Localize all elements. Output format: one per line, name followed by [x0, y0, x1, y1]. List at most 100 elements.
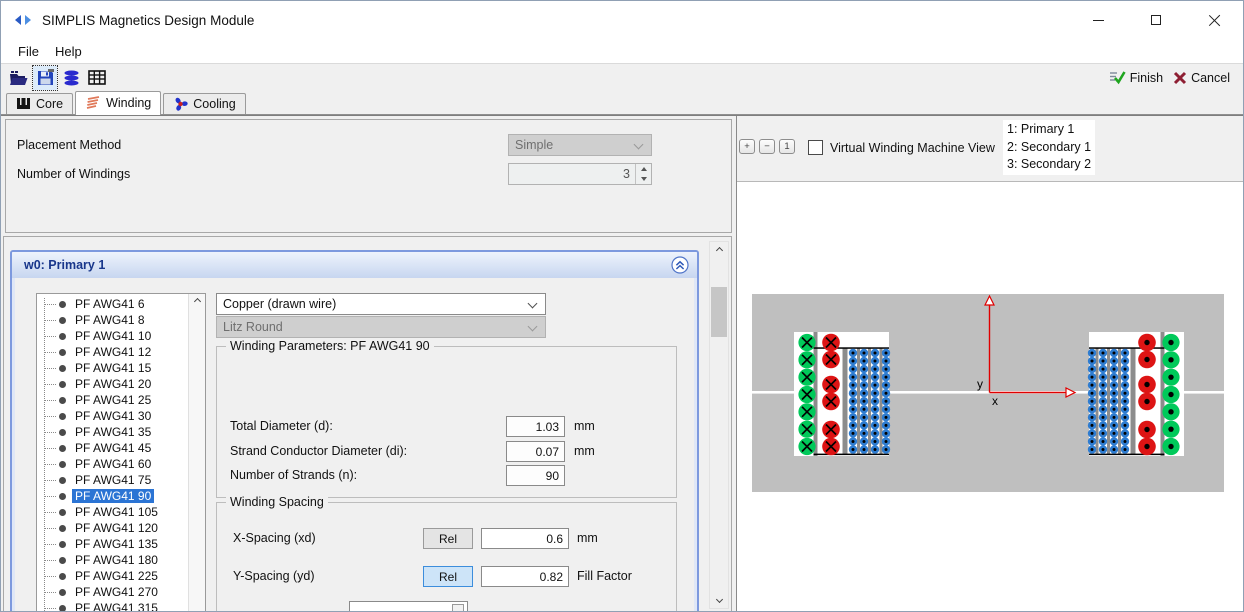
scrollbar-down-button[interactable]: [710, 591, 728, 608]
number-of-strands-field[interactable]: 90: [506, 465, 565, 486]
wire-gauge-list[interactable]: PF AWG41 6PF AWG41 8PF AWG41 10PF AWG41 …: [36, 293, 206, 611]
wire-bullet-icon: [59, 301, 66, 308]
placement-method-label: Placement Method: [17, 138, 121, 152]
wire-list-item-label: PF AWG41 12: [72, 345, 154, 359]
save-button[interactable]: [33, 66, 57, 90]
wire-bullet-icon: [59, 429, 66, 436]
total-diameter-label: Total Diameter (d):: [230, 419, 333, 433]
cancel-button[interactable]: Cancel: [1170, 69, 1233, 87]
wire-list-item[interactable]: PF AWG41 25: [37, 392, 188, 408]
wire-bullet-icon: [59, 333, 66, 340]
wire-list-item-label: PF AWG41 180: [72, 553, 161, 567]
maximize-button[interactable]: [1127, 1, 1185, 39]
wire-list-item[interactable]: PF AWG41 90: [37, 488, 188, 504]
wire-list-item[interactable]: PF AWG41 60: [37, 456, 188, 472]
wire-list-item-label: PF AWG41 30: [72, 409, 154, 423]
table-icon: [88, 70, 106, 85]
tab-core[interactable]: Core: [6, 93, 73, 114]
windings-list-region: w0: Primary 1 PF AWG41 6PF AWG41 8PF AWG…: [3, 236, 732, 611]
placement-form: Placement Method Simple Number of Windin…: [5, 119, 732, 233]
winding-stack-button[interactable]: [59, 66, 83, 90]
zoom-reset-button[interactable]: 1: [779, 139, 795, 154]
wire-bullet-icon: [59, 381, 66, 388]
number-of-windings-stepper: 3: [508, 163, 652, 185]
view-header: + − 1 Virtual Winding Machine View 1: Pr…: [737, 116, 1243, 182]
clipped-combo-button: [452, 604, 464, 611]
wire-list-item[interactable]: PF AWG41 180: [37, 552, 188, 568]
wire-list-item[interactable]: PF AWG41 135: [37, 536, 188, 552]
wire-type-select: Litz Round: [216, 316, 546, 338]
x-spacing-field[interactable]: 0.6: [481, 528, 569, 549]
wire-list-items: PF AWG41 6PF AWG41 8PF AWG41 10PF AWG41 …: [37, 296, 188, 611]
wire-bullet-icon: [59, 605, 66, 612]
wire-list-item[interactable]: PF AWG41 45: [37, 440, 188, 456]
wire-list-item[interactable]: PF AWG41 225: [37, 568, 188, 584]
wire-list-item[interactable]: PF AWG41 120: [37, 520, 188, 536]
x-spacing-rel-button[interactable]: Rel: [423, 528, 473, 549]
tree-guide: [44, 576, 56, 577]
chevron-down-icon: [528, 322, 538, 332]
wire-bullet-icon: [59, 317, 66, 324]
placement-method-value: Simple: [515, 138, 553, 152]
tab-core-label: Core: [36, 97, 63, 111]
winding-w0-title: w0: Primary 1: [24, 258, 105, 272]
material-select[interactable]: Copper (drawn wire): [216, 293, 546, 315]
minimize-button[interactable]: [1069, 1, 1127, 39]
tab-cooling[interactable]: Cooling: [163, 93, 245, 114]
tree-guide: [44, 560, 56, 561]
layers-icon: [63, 70, 80, 86]
collapse-panel-button[interactable]: [671, 256, 689, 274]
wire-list-item[interactable]: PF AWG41 6: [37, 296, 188, 312]
wire-list-item[interactable]: PF AWG41 10: [37, 328, 188, 344]
menu-help[interactable]: Help: [47, 42, 90, 61]
number-of-strands-label: Number of Strands (n):: [230, 468, 357, 482]
zoom-out-button[interactable]: −: [759, 139, 775, 154]
menu-file[interactable]: File: [10, 42, 47, 61]
y-spacing-label: Y-Spacing (yd): [233, 569, 315, 583]
y-spacing-rel-button[interactable]: Rel: [423, 566, 473, 587]
panel-scrollbar[interactable]: [709, 241, 729, 609]
wire-list-item[interactable]: PF AWG41 20: [37, 376, 188, 392]
wire-list-item[interactable]: PF AWG41 8: [37, 312, 188, 328]
spin-down-icon: [636, 174, 651, 184]
wire-bullet-icon: [59, 477, 66, 484]
virtual-winding-machine-checkbox[interactable]: [808, 140, 823, 155]
tree-guide: [44, 304, 56, 305]
y-spacing-field[interactable]: 0.82: [481, 566, 569, 587]
total-diameter-field[interactable]: 1.03: [506, 416, 565, 437]
winding-icon: [85, 96, 101, 110]
wire-list-item[interactable]: PF AWG41 75: [37, 472, 188, 488]
scrollbar-thumb[interactable]: [711, 287, 727, 337]
scroll-up-button[interactable]: [189, 294, 205, 309]
svg-text:x: x: [992, 394, 998, 408]
tree-guide: [44, 320, 56, 321]
close-button[interactable]: [1185, 1, 1243, 39]
wire-list-item[interactable]: PF AWG41 270: [37, 584, 188, 600]
wire-list-item[interactable]: PF AWG41 315: [37, 600, 188, 611]
winding-spacing-title: Winding Spacing: [226, 495, 328, 509]
table-button[interactable]: [85, 66, 109, 90]
wire-list-item[interactable]: PF AWG41 105: [37, 504, 188, 520]
scrollbar-up-button[interactable]: [710, 242, 728, 259]
tab-winding[interactable]: Winding: [75, 91, 161, 115]
wire-list-item[interactable]: PF AWG41 35: [37, 424, 188, 440]
zoom-in-button[interactable]: +: [739, 139, 755, 154]
save-icon: [37, 69, 54, 86]
winding-svg: yx: [737, 182, 1243, 611]
wire-list-item[interactable]: PF AWG41 15: [37, 360, 188, 376]
wire-bullet-icon: [59, 461, 66, 468]
wire-list-item[interactable]: PF AWG41 30: [37, 408, 188, 424]
open-button[interactable]: [7, 66, 31, 90]
wire-list-item[interactable]: PF AWG41 12: [37, 344, 188, 360]
strand-diameter-field[interactable]: 0.07: [506, 441, 565, 462]
tree-guide: [44, 496, 56, 497]
clipped-combo[interactable]: [349, 601, 468, 611]
x-spacing-label: X-Spacing (xd): [233, 531, 316, 545]
wire-type-value: Litz Round: [223, 320, 283, 334]
wire-list-scrollbar[interactable]: [188, 294, 205, 611]
maximize-icon: [1151, 15, 1161, 25]
finish-button[interactable]: Finish: [1106, 68, 1166, 87]
title-bar: SIMPLIS Magnetics Design Module: [1, 1, 1243, 39]
winding-w0-panel: w0: Primary 1 PF AWG41 6PF AWG41 8PF AWG…: [10, 250, 699, 611]
total-diameter-unit: mm: [574, 419, 595, 433]
